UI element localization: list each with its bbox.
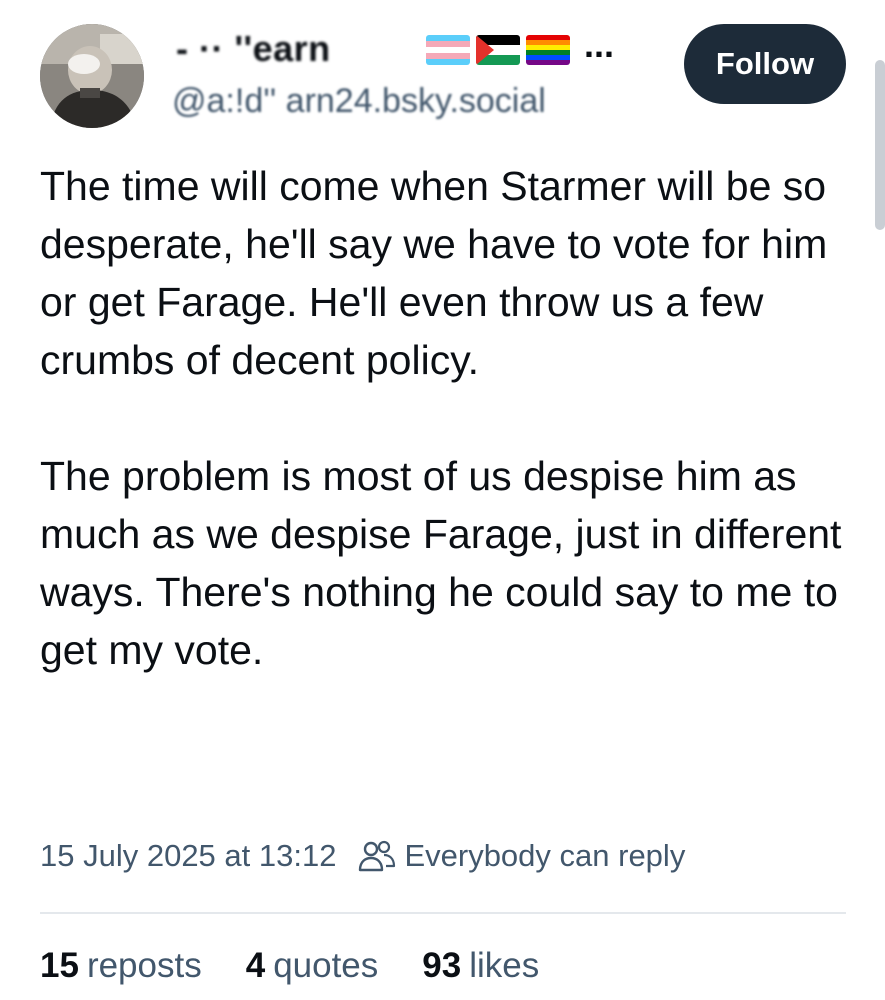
reposts-count: 15 bbox=[40, 946, 79, 985]
post-body: The time will come when Starmer will be … bbox=[40, 157, 860, 679]
reply-setting: Everybody can reply bbox=[358, 838, 685, 874]
name-overflow: ... bbox=[584, 24, 615, 65]
likes-label: likes bbox=[469, 946, 540, 985]
rainbow-flag-icon bbox=[526, 35, 570, 65]
transgender-flag-icon bbox=[426, 35, 470, 65]
display-name[interactable]: ‑ ·· ''earn bbox=[176, 28, 331, 70]
post-timestamp: 15 July 2025 at 13:12 bbox=[40, 838, 337, 873]
reposts-label: reposts bbox=[86, 946, 202, 985]
likes-stat[interactable]: 93 likes bbox=[422, 946, 539, 986]
quotes-count: 4 bbox=[245, 946, 266, 985]
reposts-stat[interactable]: 15 reposts bbox=[40, 946, 202, 986]
likes-count: 93 bbox=[422, 946, 462, 985]
divider bbox=[40, 912, 846, 914]
palestine-flag-icon bbox=[476, 35, 520, 65]
post-thread-view: ‑ ·· ''earn ... @a:!d'' arn24.bsky.socia… bbox=[0, 0, 885, 1000]
quotes-stat[interactable]: 4 quotes bbox=[246, 946, 379, 986]
post-paragraph: The problem is most of us despise him as… bbox=[40, 453, 842, 673]
avatar[interactable] bbox=[40, 24, 144, 128]
post-header: ‑ ·· ''earn ... @a:!d'' arn24.bsky.socia… bbox=[38, 22, 848, 132]
avatar-image bbox=[40, 24, 144, 128]
author-handle[interactable]: @a:!d'' arn24.bsky.social bbox=[172, 82, 546, 121]
engagement-stats: 15 reposts 4 quotes 93 likes bbox=[40, 946, 583, 986]
post-paragraph: The time will come when Starmer will be … bbox=[40, 163, 828, 383]
flag-emojis bbox=[426, 35, 570, 65]
follow-button[interactable]: Follow bbox=[684, 24, 846, 104]
reply-setting-label: Everybody can reply bbox=[404, 838, 686, 873]
post-meta: 15 July 2025 at 13:12 Everybody can repl… bbox=[40, 838, 685, 874]
scrollbar[interactable] bbox=[875, 60, 885, 230]
people-icon bbox=[359, 840, 396, 872]
quotes-label: quotes bbox=[273, 946, 379, 985]
